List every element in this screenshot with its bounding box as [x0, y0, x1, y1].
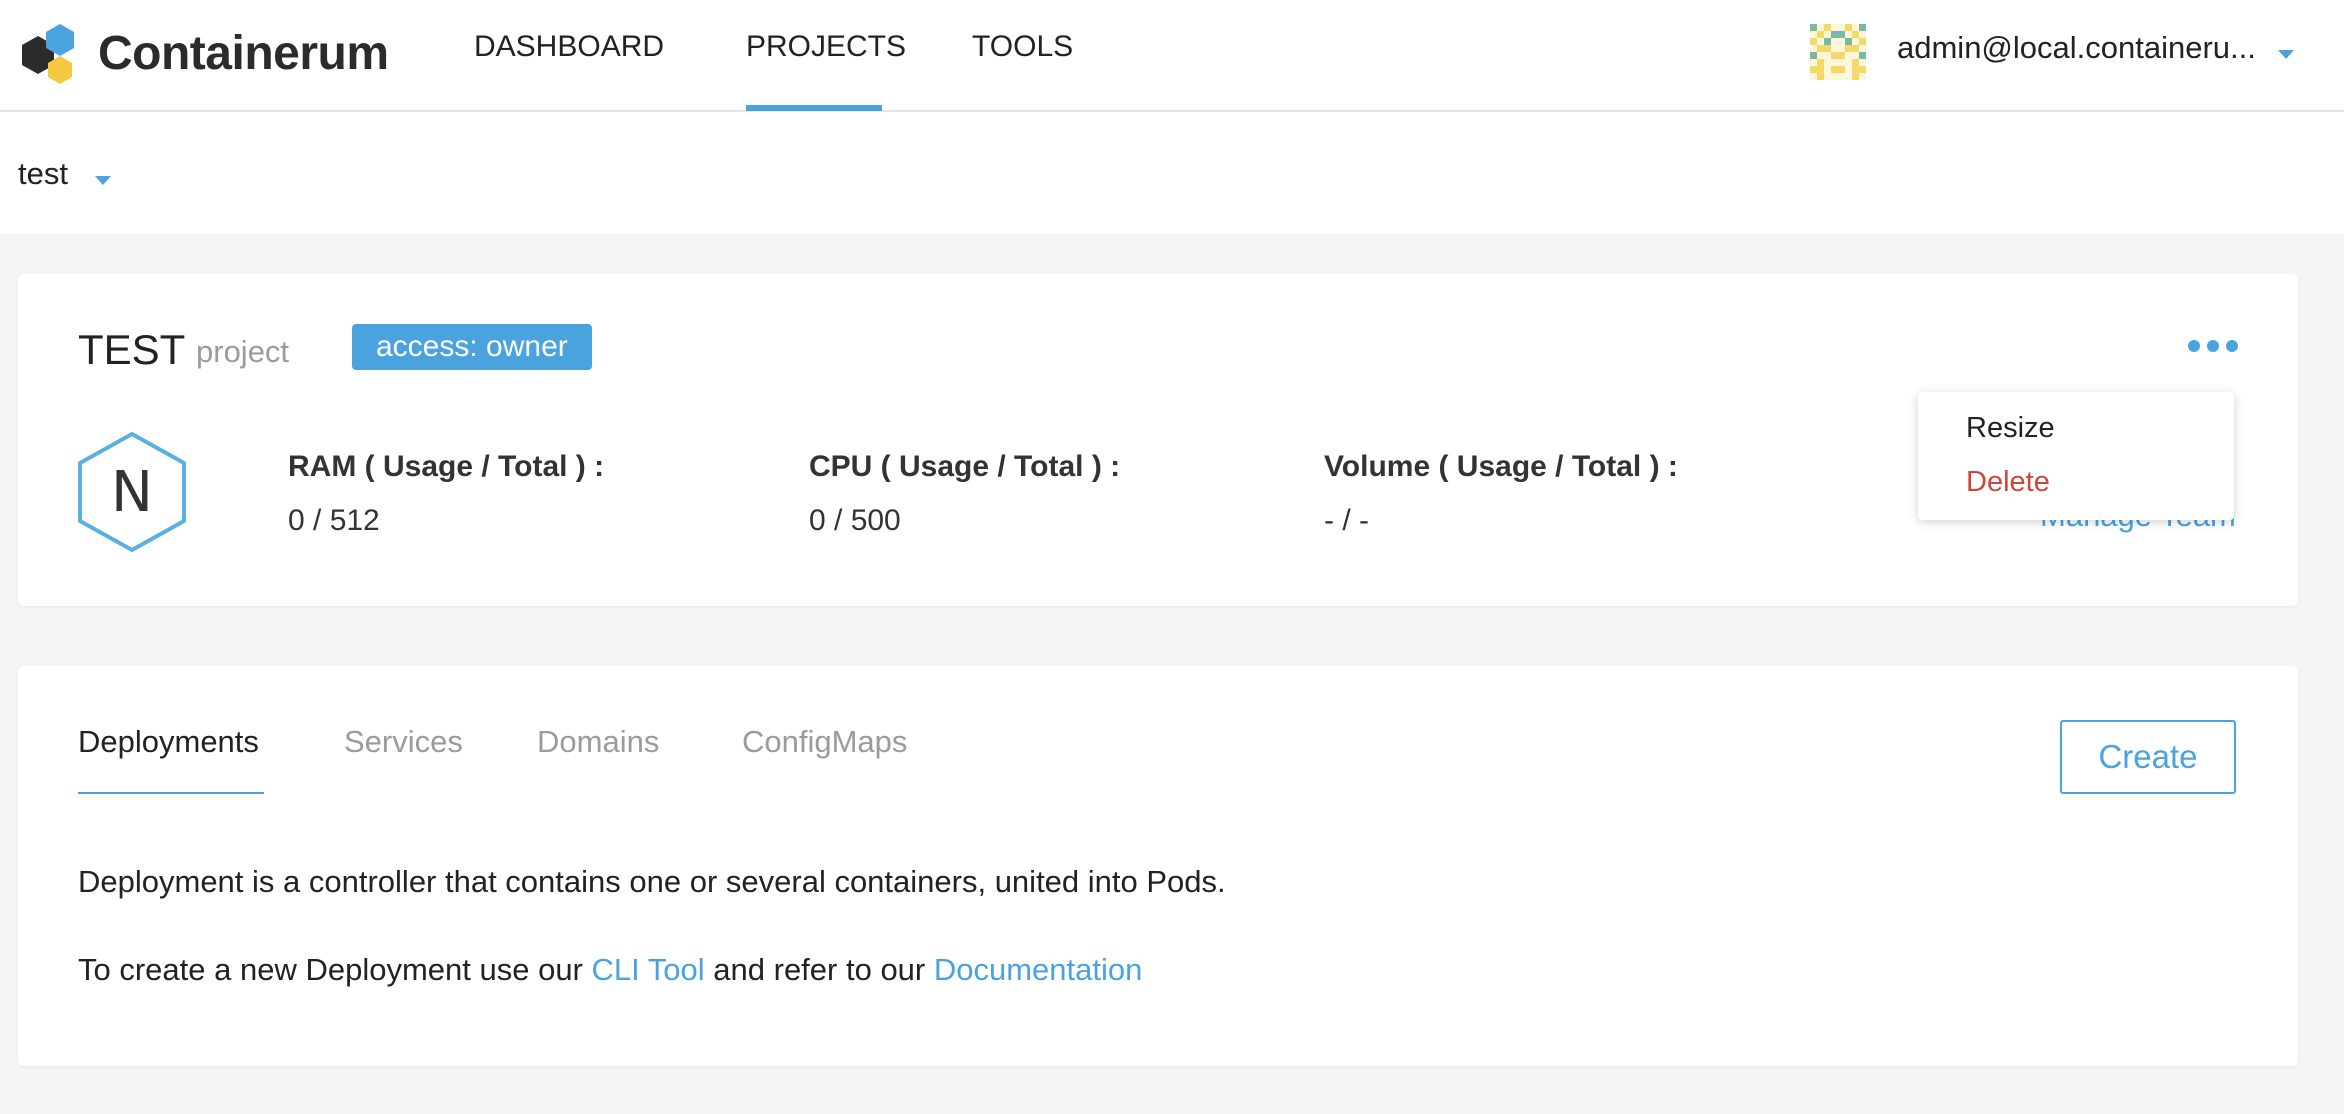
cpu-label: CPU ( Usage / Total ) : — [809, 450, 1121, 483]
top-navbar: Containerum DASHBOARD PROJECTS TOOLS adm… — [0, 0, 2344, 112]
containerum-logo-icon[interactable] — [16, 22, 94, 88]
nav-dashboard[interactable]: DASHBOARD — [474, 30, 664, 64]
help-text-prefix: To create a new Deployment use our — [78, 952, 592, 987]
volume-value: - / - — [1324, 504, 1369, 537]
tab-deployments[interactable]: Deployments — [78, 724, 259, 760]
menu-item-resize[interactable]: Resize — [1966, 412, 2055, 445]
more-dots-icon — [2226, 340, 2238, 352]
more-dots-icon — [2188, 340, 2200, 352]
cli-tool-link[interactable]: CLI Tool — [592, 952, 705, 987]
resources-card: Deployments Services Domains ConfigMaps … — [18, 666, 2298, 1066]
project-options-menu: Resize Delete — [1918, 392, 2234, 520]
project-avatar: N — [78, 432, 186, 552]
tab-domains[interactable]: Domains — [537, 724, 659, 760]
brand-name[interactable]: Containerum — [98, 26, 389, 81]
more-dots-icon — [2207, 340, 2219, 352]
user-avatar[interactable] — [1810, 24, 1866, 80]
project-title: TEST — [78, 326, 186, 373]
tab-configmaps[interactable]: ConfigMaps — [742, 724, 907, 760]
create-button[interactable]: Create — [2060, 720, 2236, 794]
deployment-help-text: To create a new Deployment use our CLI T… — [78, 952, 1142, 988]
project-select-chevron-down-icon[interactable] — [95, 176, 111, 185]
user-email[interactable]: admin@local.containeru... — [1897, 30, 2256, 66]
menu-item-delete[interactable]: Delete — [1966, 466, 2050, 499]
nav-tools[interactable]: TOOLS — [972, 30, 1073, 64]
documentation-link[interactable]: Documentation — [934, 952, 1143, 987]
project-selector-bar: test — [0, 112, 2344, 234]
help-text-middle: and refer to our — [704, 952, 934, 987]
cpu-value: 0 / 500 — [809, 504, 901, 537]
volume-label: Volume ( Usage / Total ) : — [1324, 450, 1678, 483]
user-menu-chevron-down-icon[interactable] — [2278, 50, 2294, 59]
ram-label: RAM ( Usage / Total ) : — [288, 450, 605, 483]
ram-value: 0 / 512 — [288, 504, 380, 537]
deployment-description: Deployment is a controller that contains… — [78, 864, 1226, 899]
access-badge: access: owner — [352, 324, 592, 370]
project-avatar-letter: N — [111, 460, 153, 525]
more-options-button[interactable] — [2188, 334, 2238, 358]
tab-active-indicator — [78, 792, 264, 794]
tab-services[interactable]: Services — [344, 724, 463, 760]
nav-projects[interactable]: PROJECTS — [746, 30, 906, 64]
nav-active-indicator — [746, 105, 882, 111]
project-kind-label: project — [196, 334, 290, 369]
project-select[interactable]: test — [18, 156, 68, 192]
